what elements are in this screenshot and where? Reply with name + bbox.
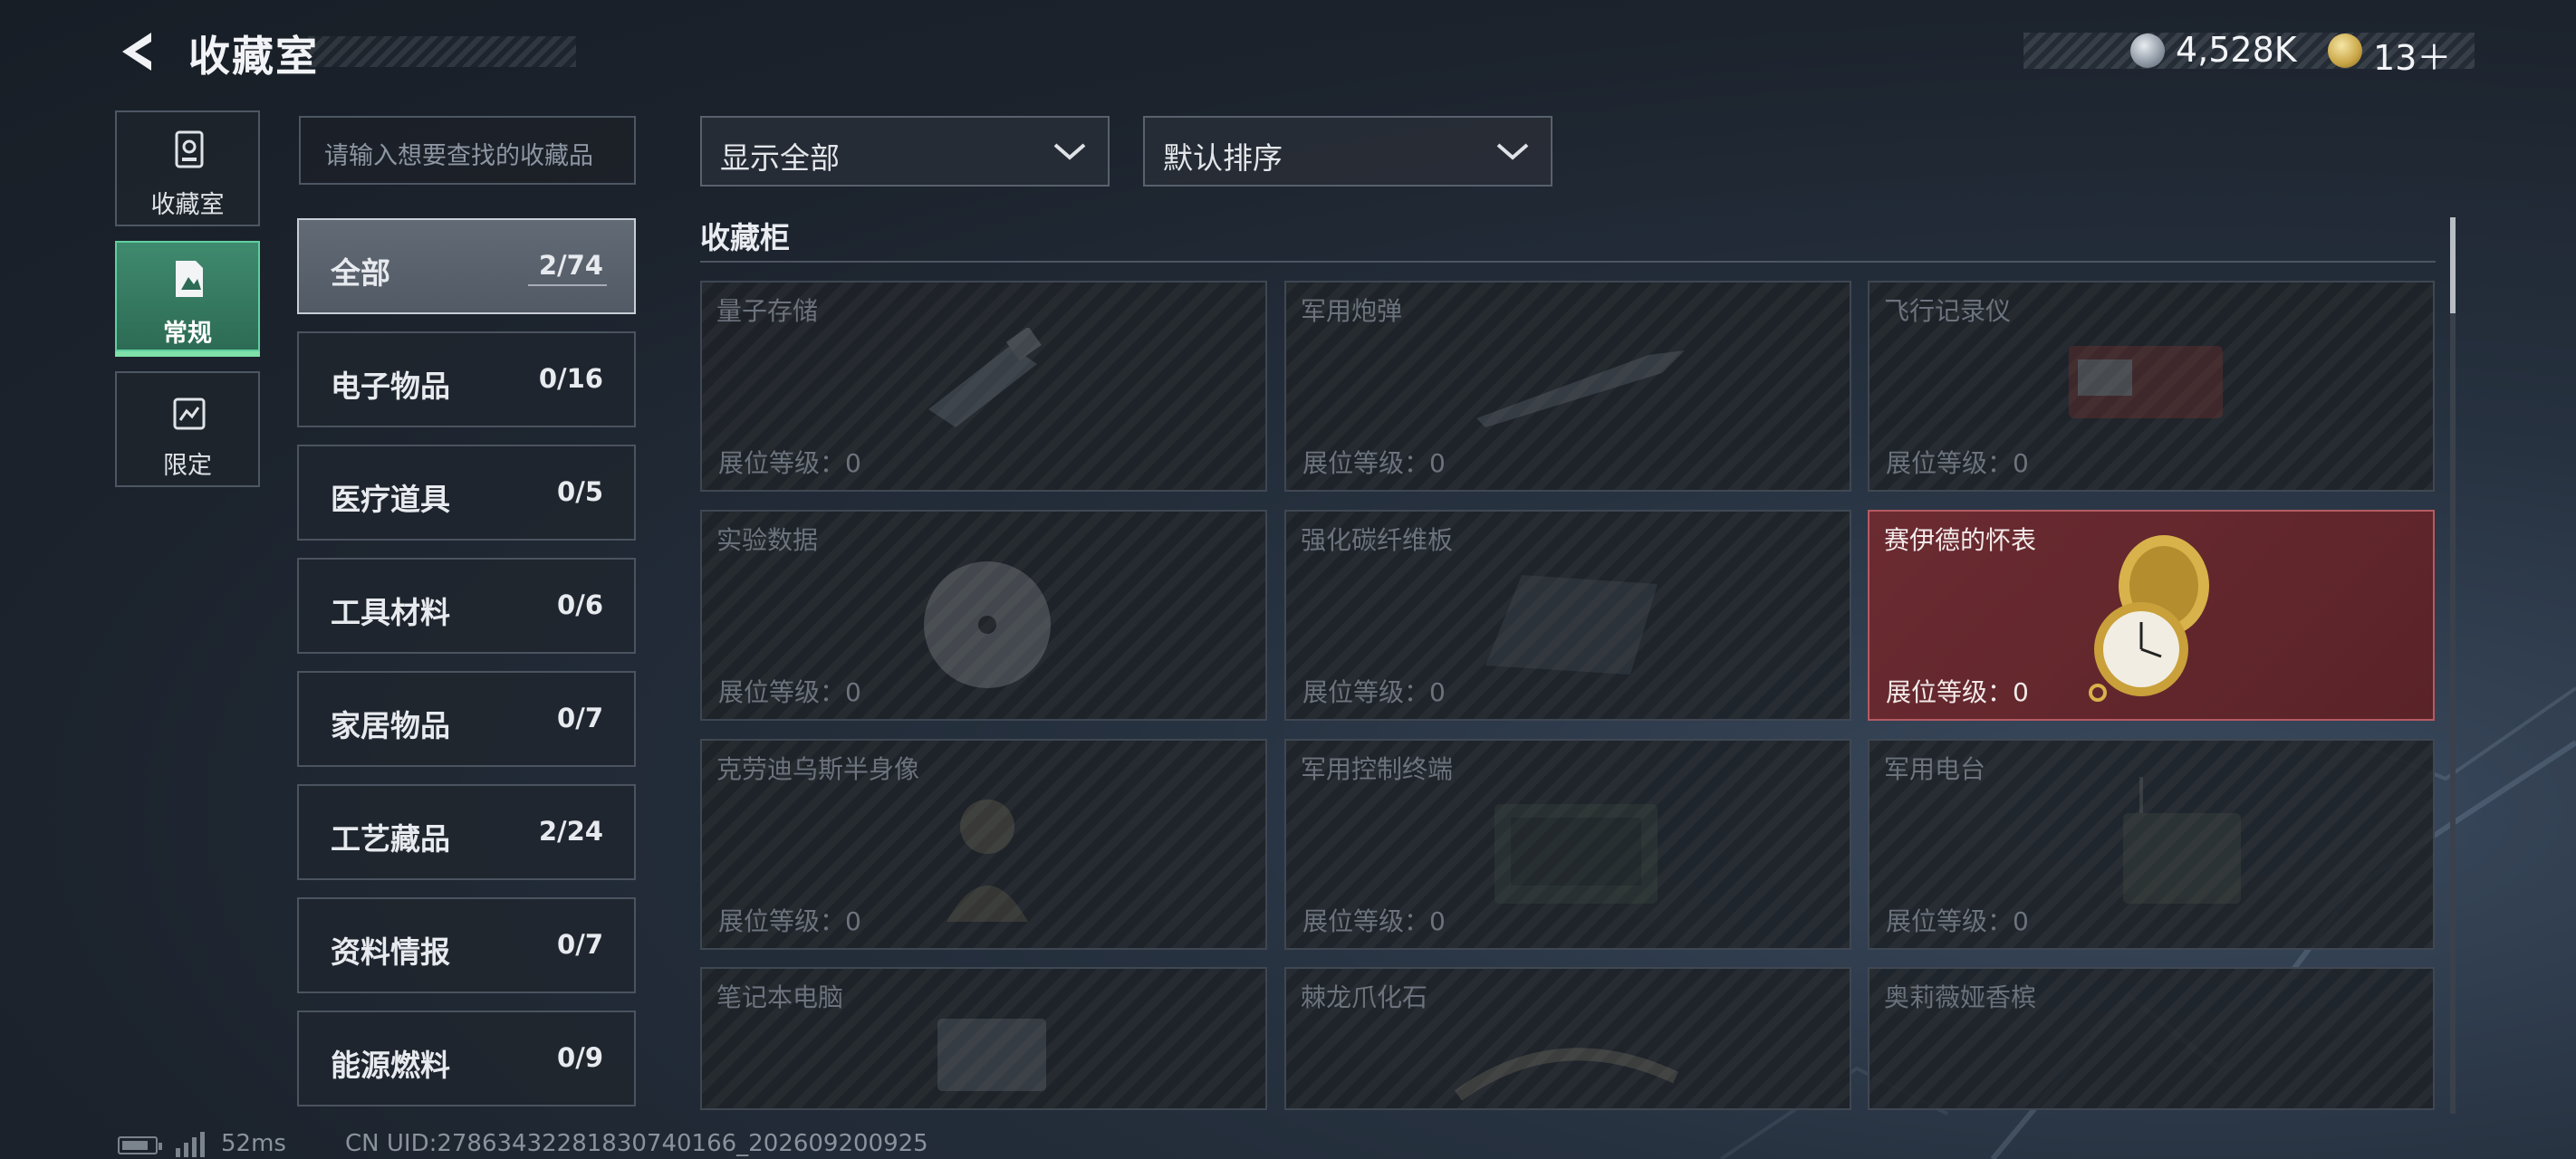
claw-fossil-icon — [1454, 1048, 1678, 1101]
item-card-dinosaur-claw[interactable]: 棘龙爪化石 — [1284, 967, 1851, 1110]
item-name: 军用电台 — [1884, 754, 1986, 784]
category-count: 0/16 — [538, 363, 603, 394]
item-name: 军用控制终端 — [1301, 754, 1454, 784]
category-count: 0/9 — [557, 1042, 603, 1073]
flight-recorder-icon — [2069, 346, 2223, 418]
chevron-down-icon — [1496, 143, 1529, 160]
category-name: 医疗道具 — [331, 482, 450, 517]
nav-label: 收藏室 — [150, 191, 225, 219]
scrollbar-thumb[interactable] — [2450, 217, 2456, 313]
category-name: 能源燃料 — [331, 1048, 450, 1083]
nav-limited[interactable]: 限定 — [115, 371, 260, 487]
coin-amount: 4,528K — [2176, 30, 2297, 70]
nav-regular[interactable]: 常规 — [115, 241, 260, 357]
ping-text: 52ms — [221, 1130, 286, 1157]
item-name: 赛伊德的怀表 — [1884, 525, 2037, 555]
item-level: 展位等级：0 — [718, 677, 861, 707]
trophy-case-icon — [175, 130, 204, 168]
limited-card-icon — [173, 398, 206, 430]
document-icon — [176, 261, 203, 297]
category-tools[interactable]: 工具材料 0/6 — [297, 558, 636, 654]
disc-icon — [924, 561, 1051, 688]
uid-text: CN UID:2786343228183074016​6_20260920092… — [345, 1130, 928, 1157]
item-card-laptop[interactable]: 笔记本电脑 — [700, 967, 1267, 1110]
signal-icon — [176, 1132, 205, 1157]
item-card-bust[interactable]: 克劳迪乌斯半身像 展位等级：0 — [700, 739, 1267, 950]
usb-drive-icon — [928, 328, 1042, 427]
item-card-quantum-storage[interactable]: 量子存储 展位等级：0 — [700, 281, 1267, 492]
category-name: 工具材料 — [331, 595, 450, 630]
section-divider — [700, 261, 2436, 263]
back-arrow-icon[interactable] — [113, 27, 162, 76]
artillery-shell-icon — [1476, 350, 1685, 427]
category-name: 电子物品 — [331, 369, 450, 404]
category-medical[interactable]: 医疗道具 0/5 — [297, 445, 636, 541]
item-level: 展位等级：0 — [718, 448, 861, 478]
item-name: 克劳迪乌斯半身像 — [716, 754, 920, 784]
item-level: 展位等级：0 — [1886, 906, 2029, 936]
filter-value: 显示全部 — [720, 140, 840, 176]
category-crafts[interactable]: 工艺藏品 2/24 — [297, 784, 636, 880]
item-name: 量子存储 — [716, 296, 819, 326]
item-card-experiment-data[interactable]: 实验数据 展位等级：0 — [700, 510, 1267, 721]
category-name: 全部 — [331, 255, 390, 291]
category-count: 2/74 — [527, 250, 608, 286]
premium-coin-icon — [2328, 34, 2362, 68]
item-name: 飞行记录仪 — [1884, 296, 2012, 326]
coin-icon — [2130, 34, 2165, 68]
item-card-flight-recorder[interactable]: 飞行记录仪 展位等级：0 — [1868, 281, 2435, 492]
item-name: 军用炮弹 — [1301, 296, 1403, 326]
category-count: 0/7 — [557, 929, 603, 960]
item-level: 展位等级：0 — [1302, 906, 1446, 936]
category-name: 家居物品 — [331, 708, 450, 743]
pocket-watch-icon — [2089, 535, 2209, 702]
item-name: 笔记本电脑 — [716, 982, 844, 1012]
nav-label: 限定 — [163, 452, 212, 480]
category-name: 工艺藏品 — [331, 821, 450, 857]
nav-label: 常规 — [163, 320, 212, 348]
battery-icon — [118, 1136, 162, 1154]
item-name: 实验数据 — [716, 525, 819, 555]
terminal-icon — [1495, 804, 1658, 904]
page-title: 收藏室 — [188, 32, 319, 81]
category-name: 资料情报 — [331, 934, 450, 970]
sort-value: 默认排序 — [1163, 140, 1283, 176]
category-energy[interactable]: 能源燃料 0/9 — [297, 1011, 636, 1106]
item-level: 展位等级：0 — [718, 906, 861, 936]
item-level: 展位等级：0 — [1886, 448, 2029, 478]
category-intel[interactable]: 资料情报 0/7 — [297, 897, 636, 993]
category-count: 0/6 — [557, 589, 603, 620]
item-name: 棘龙爪化石 — [1301, 982, 1428, 1012]
item-card-carbon-fiber[interactable]: 强化碳纤维板 展位等级：0 — [1284, 510, 1851, 721]
item-name: 奥莉薇娅香槟 — [1884, 982, 2037, 1012]
chevron-down-icon — [1053, 143, 1086, 160]
item-card-control-terminal[interactable]: 军用控制终端 展位等级：0 — [1284, 739, 1851, 950]
premium-amount[interactable]: 13＋ — [2373, 30, 2451, 80]
carbon-plate-icon — [1485, 575, 1658, 675]
bust-statue-icon — [947, 800, 1028, 922]
item-card-military-shell[interactable]: 军用炮弹 展位等级：0 — [1284, 281, 1851, 492]
item-level: 展位等级：0 — [1886, 677, 2029, 707]
item-name: 强化碳纤维板 — [1301, 525, 1454, 555]
category-count: 0/5 — [557, 476, 603, 507]
category-count: 2/24 — [538, 816, 603, 847]
category-electronics[interactable]: 电子物品 0/16 — [297, 331, 636, 427]
category-count: 0/7 — [557, 703, 603, 733]
item-level: 展位等级：0 — [1302, 448, 1446, 478]
item-card-champagne[interactable]: 奥莉薇娅香槟 — [1868, 967, 2435, 1110]
radio-icon — [2123, 777, 2241, 904]
item-card-pocket-watch[interactable]: 赛伊德的怀表 展位等级：0 — [1868, 510, 2435, 721]
scrollbar-track[interactable] — [2450, 217, 2456, 1114]
title-decoration — [308, 36, 576, 67]
search-input[interactable]: 请输入想要查找的收藏品 — [299, 116, 636, 185]
category-all[interactable]: 全部 2/74 — [297, 218, 636, 314]
laptop-icon — [937, 1019, 1046, 1091]
nav-collection-room[interactable]: 收藏室 — [115, 110, 260, 226]
section-title: 收藏柜 — [700, 220, 790, 255]
filter-dropdown[interactable]: 显示全部 — [700, 116, 1110, 187]
sort-dropdown[interactable]: 默认排序 — [1143, 116, 1552, 187]
item-card-military-radio[interactable]: 军用电台 展位等级：0 — [1868, 739, 2435, 950]
category-household[interactable]: 家居物品 0/7 — [297, 671, 636, 767]
item-level: 展位等级：0 — [1302, 677, 1446, 707]
